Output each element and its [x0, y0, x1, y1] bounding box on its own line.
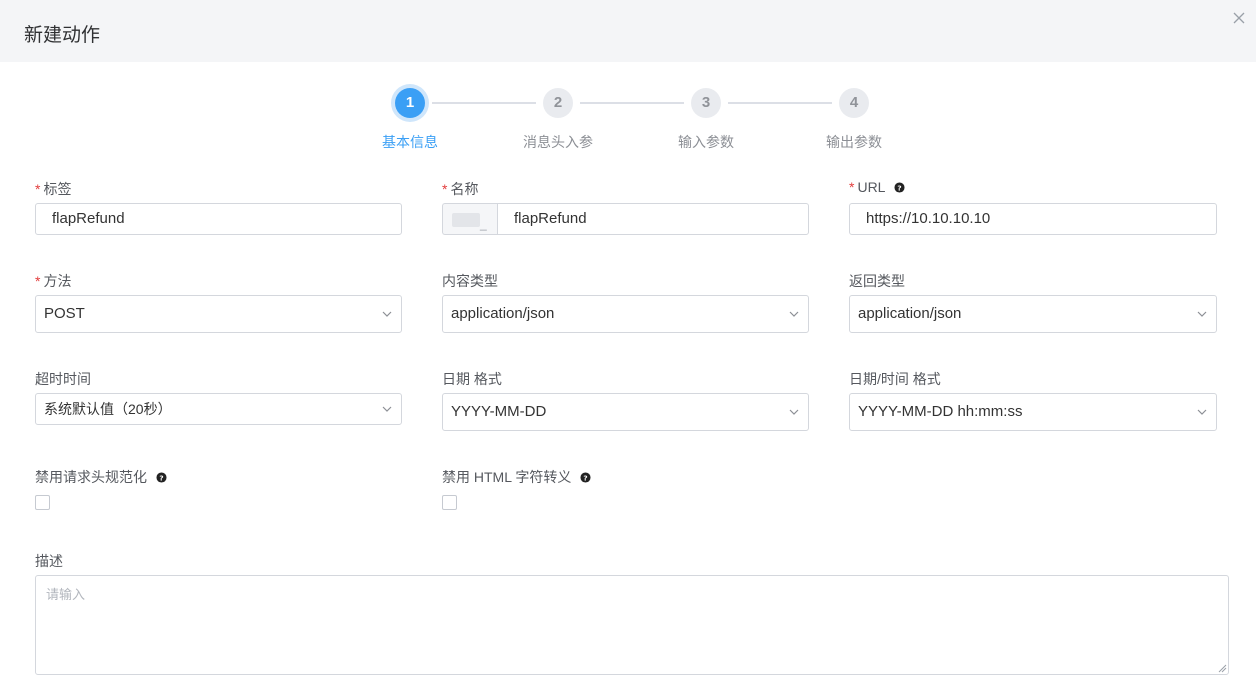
step-4-label[interactable]: 输出参数: [809, 132, 899, 152]
chevron-down-icon: [1197, 311, 1207, 317]
timeout-value: 系统默认值（20秒）: [44, 401, 172, 417]
chevron-down-icon: [382, 406, 392, 412]
required-mark: *: [442, 181, 448, 197]
chevron-down-icon: [789, 409, 799, 415]
chevron-down-icon: [789, 311, 799, 317]
method-select[interactable]: POST: [35, 295, 402, 333]
description-textarea[interactable]: 请输入: [35, 575, 1229, 675]
name-label: * 名称: [442, 181, 479, 197]
date-format-label: 日期 格式: [442, 371, 502, 387]
description-label: 描述: [35, 553, 63, 569]
step-1-indicator[interactable]: 1: [395, 88, 425, 118]
svg-text:?: ?: [897, 183, 901, 192]
disable-html-escape-checkbox[interactable]: [442, 495, 457, 510]
step-2-label[interactable]: 消息头入参: [513, 132, 603, 152]
method-label: * 方法: [35, 273, 72, 289]
disable-html-escape-label: 禁用 HTML 字符转义 ?: [442, 467, 591, 487]
dialog-title: 新建动作: [24, 25, 101, 46]
content-type-label: 内容类型: [442, 273, 498, 289]
date-format-value: YYYY-MM-DD: [451, 403, 547, 420]
datetime-format-select[interactable]: YYYY-MM-DD hh:mm:ss: [849, 393, 1217, 431]
name-input[interactable]: flapRefund: [497, 203, 809, 235]
required-mark: *: [849, 179, 855, 195]
return-type-select[interactable]: application/json: [849, 295, 1217, 333]
content-type-select[interactable]: application/json: [442, 295, 809, 333]
timeout-label: 超时时间: [35, 371, 91, 387]
method-value: POST: [44, 305, 85, 322]
chevron-down-icon: [1197, 409, 1207, 415]
question-circle-icon[interactable]: ?: [156, 472, 167, 483]
svg-text:?: ?: [159, 473, 163, 482]
timeout-select[interactable]: 系统默认值（20秒）: [35, 393, 402, 425]
step-connector: [432, 102, 536, 104]
required-mark: *: [35, 273, 41, 289]
resize-handle-icon[interactable]: [1217, 663, 1227, 673]
content-type-value: application/json: [451, 305, 555, 322]
url-label: * URL ?: [849, 179, 905, 195]
step-3-indicator[interactable]: 3: [691, 88, 721, 118]
name-prefix: _: [442, 203, 498, 235]
chevron-down-icon: [382, 311, 392, 317]
step-1-label[interactable]: 基本信息: [365, 132, 455, 152]
blurred-prefix: [452, 213, 480, 227]
disable-header-normalize-checkbox[interactable]: [35, 495, 50, 510]
disable-header-normalize-label: 禁用请求头规范化 ?: [35, 467, 167, 487]
tag-input[interactable]: flapRefund: [35, 203, 402, 235]
tag-label: * 标签: [35, 181, 72, 197]
step-4-indicator[interactable]: 4: [839, 88, 869, 118]
date-format-select[interactable]: YYYY-MM-DD: [442, 393, 809, 431]
description-placeholder: 请输入: [46, 587, 86, 602]
datetime-format-value: YYYY-MM-DD hh:mm:ss: [858, 403, 1023, 420]
question-circle-icon[interactable]: ?: [580, 472, 591, 483]
step-2-indicator[interactable]: 2: [543, 88, 573, 118]
dialog-header: 新建动作: [0, 0, 1256, 62]
svg-text:?: ?: [584, 473, 588, 482]
return-type-label: 返回类型: [849, 273, 905, 289]
step-connector: [580, 102, 684, 104]
question-circle-icon[interactable]: ?: [894, 182, 905, 193]
step-3-label[interactable]: 输入参数: [661, 132, 751, 152]
steps-bar: 1 2 3 4 基本信息 消息头入参 输入参数 输出参数: [0, 84, 1256, 154]
required-mark: *: [35, 181, 41, 197]
datetime-format-label: 日期/时间 格式: [849, 371, 941, 387]
step-connector: [728, 102, 832, 104]
return-type-value: application/json: [858, 305, 962, 322]
url-input[interactable]: https://10.10.10.10: [849, 203, 1217, 235]
close-icon[interactable]: [1231, 10, 1247, 26]
